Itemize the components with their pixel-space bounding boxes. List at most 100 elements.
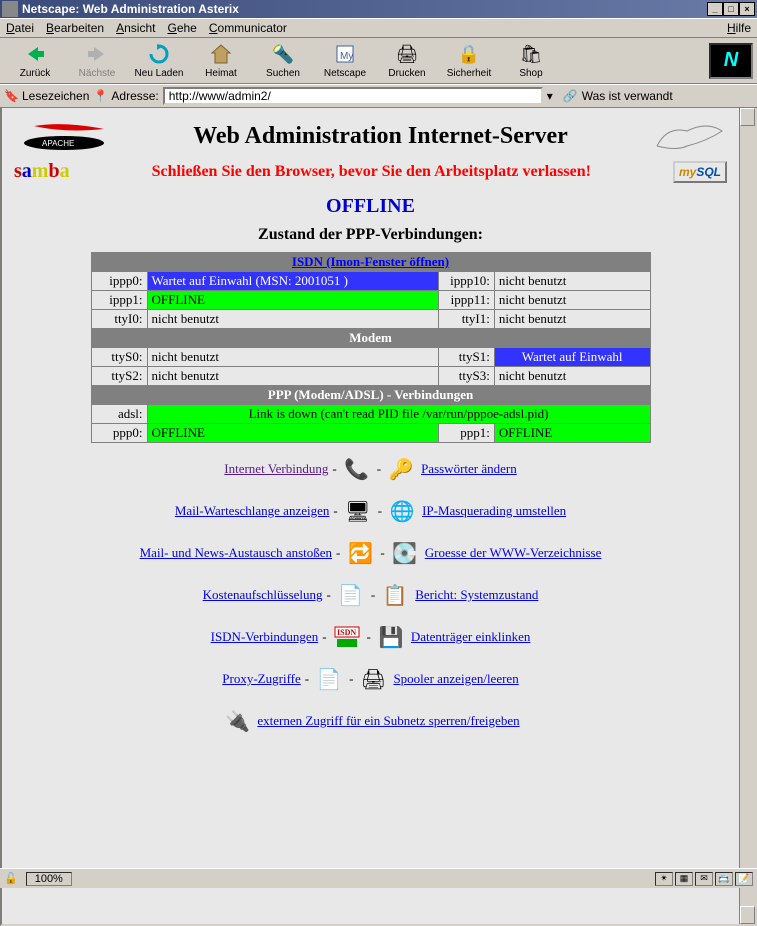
bookmark-icon[interactable]: 🔖	[4, 89, 18, 103]
related-icon[interactable]: 🔗	[563, 89, 578, 103]
address-input[interactable]	[163, 87, 543, 105]
isdn-icon: ISDN	[331, 621, 363, 653]
link-costs[interactable]: Kostenaufschlüsselung	[203, 587, 323, 603]
link-wwwsize[interactable]: Groesse der WWW-Verzeichnisse	[425, 545, 602, 561]
print-button[interactable]: 🖨Drucken	[376, 40, 438, 81]
link-spooler[interactable]: Spooler anzeigen/leeren	[393, 671, 518, 687]
cell-value: OFFLINE	[147, 424, 438, 443]
cell-value: nicht benutzt	[494, 291, 650, 310]
link-mount[interactable]: Datenträger einklinken	[411, 629, 530, 645]
status-icon: 🔓	[4, 872, 18, 885]
related-label[interactable]: Was ist verwandt	[582, 89, 673, 103]
menu-hilfe[interactable]: Hilfe	[727, 21, 751, 35]
search-button[interactable]: 🔦Suchen	[252, 40, 314, 81]
window-title: Netscape: Web Administration Asterix	[22, 2, 239, 16]
shop-button[interactable]: 🛍Shop	[500, 40, 562, 81]
tray-icon[interactable]: ▦	[675, 872, 693, 886]
cell-label: ttyS0:	[91, 348, 147, 367]
links-area: Internet Verbindung - 📞- 🔑 Passwörter än…	[14, 453, 727, 737]
cell-value: nicht benutzt	[494, 310, 650, 329]
menu-ansicht[interactable]: Ansicht	[116, 21, 155, 35]
cell-value: OFFLINE	[494, 424, 650, 443]
ppp-state-label: Zustand der PPP-Verbindungen:	[14, 226, 727, 244]
link-passwords[interactable]: Passwörter ändern	[421, 461, 517, 477]
apache-logo: APACHE	[14, 118, 114, 154]
ppp-header: PPP (Modem/ADSL) - Verbindungen	[91, 386, 650, 405]
menubar: Datei Bearbeiten Ansicht Gehe Communicat…	[0, 18, 757, 38]
netscape-logo: N	[709, 43, 753, 79]
link-report[interactable]: Bericht: Systemzustand	[415, 587, 538, 603]
phone-icon: 📞	[341, 453, 373, 485]
key-icon: 🔑	[385, 453, 417, 485]
link-mailqueue[interactable]: Mail-Warteschlange anzeigen	[175, 503, 330, 519]
svg-text:My: My	[340, 51, 353, 62]
cell-value: nicht benutzt	[147, 348, 438, 367]
modem-header: Modem	[91, 329, 650, 348]
link-proxy[interactable]: Proxy-Zugriffe	[222, 671, 300, 687]
menu-datei[interactable]: Datei	[6, 21, 34, 35]
menu-bearbeiten[interactable]: Bearbeiten	[46, 21, 104, 35]
page-content: APACHE Web Administration Internet-Serve…	[2, 108, 739, 924]
dropdown-icon[interactable]: ▾	[547, 89, 553, 103]
ppp-table: ISDN (Imon-Fenster öffnen) ippp0: Wartet…	[91, 252, 651, 443]
cell-label: ttyS3:	[438, 367, 494, 386]
home-button[interactable]: Heimat	[190, 40, 252, 81]
cell-label: ppp1:	[438, 424, 494, 443]
report-icon: 📋	[379, 579, 411, 611]
isdn-link[interactable]: ISDN (Imon-Fenster öffnen)	[292, 254, 449, 269]
tray-icon[interactable]: 📇	[715, 872, 733, 886]
isdn-header: ISDN (Imon-Fenster öffnen)	[91, 253, 650, 272]
link-ipmasq[interactable]: IP-Masquerading umstellen	[422, 503, 566, 519]
lock-icon: 🔒	[457, 42, 481, 66]
statusbar: 🔓 100% ✴ ▦ ✉ 📇 📝	[0, 868, 757, 888]
floppy-icon: 💾	[375, 621, 407, 653]
link-subnet[interactable]: externen Zugriff für ein Subnetz sperren…	[257, 713, 519, 729]
link-isdn[interactable]: ISDN-Verbindungen	[211, 629, 319, 645]
svg-text:APACHE: APACHE	[42, 139, 74, 148]
samba-logo: samba	[14, 160, 70, 183]
reload-button[interactable]: Neu Laden	[128, 40, 190, 81]
squid-logo	[647, 116, 727, 156]
address-label: Adresse:	[111, 89, 158, 103]
menu-gehe[interactable]: Gehe	[167, 21, 196, 35]
maximize-button[interactable]: □	[723, 2, 739, 16]
cell-value: nicht benutzt	[494, 367, 650, 386]
scrollbar[interactable]	[739, 108, 755, 924]
cell-label: ttyI0:	[91, 310, 147, 329]
netscape-button[interactable]: MyNetscape	[314, 40, 376, 81]
log-icon: 📄	[313, 663, 345, 695]
cell-label: ippp1:	[91, 291, 147, 310]
link-mailnews[interactable]: Mail- und News-Austausch anstoßen	[140, 545, 332, 561]
back-button[interactable]: Zurück	[4, 40, 66, 81]
toolbar: Zurück Nächste Neu Laden Heimat 🔦Suchen …	[0, 38, 757, 84]
cell-label: ttyS2:	[91, 367, 147, 386]
forward-button[interactable]: Nächste	[66, 40, 128, 81]
tray: ✴ ▦ ✉ 📇 📝	[655, 872, 753, 886]
cell-value: Link is down (can't read PID file /var/r…	[147, 405, 650, 424]
tray-icon[interactable]: ✴	[655, 872, 673, 886]
drive-icon: 💽	[389, 537, 421, 569]
reload-icon	[147, 42, 171, 66]
window-icon	[2, 1, 18, 17]
link-internet[interactable]: Internet Verbindung	[224, 461, 328, 477]
minimize-button[interactable]: _	[707, 2, 723, 16]
forward-icon	[85, 42, 109, 66]
cell-value: Wartet auf Einwahl (MSN: 2001051 )	[147, 272, 438, 291]
cell-label: ttyS1:	[438, 348, 494, 367]
warning-text: Schließen Sie den Browser, bevor Sie den…	[70, 163, 673, 181]
close-button[interactable]: ×	[739, 2, 755, 16]
bookmarks-label[interactable]: Lesezeichen	[22, 89, 89, 103]
cell-label: ttyI1:	[438, 310, 494, 329]
svg-text:ISDN: ISDN	[337, 628, 356, 637]
cell-label: adsl:	[91, 405, 147, 424]
menu-communicator[interactable]: Communicator	[209, 21, 287, 35]
computer-icon: 🖥	[342, 495, 374, 527]
tray-icon[interactable]: ✉	[695, 872, 713, 886]
cell-label: ippp11:	[438, 291, 494, 310]
back-icon	[23, 42, 47, 66]
tray-icon[interactable]: 📝	[735, 872, 753, 886]
cell-value: Wartet auf Einwahl	[494, 348, 650, 367]
security-button[interactable]: 🔒Sicherheit	[438, 40, 500, 81]
cell-value: OFFLINE	[147, 291, 438, 310]
window-controls: _ □ ×	[707, 2, 755, 16]
